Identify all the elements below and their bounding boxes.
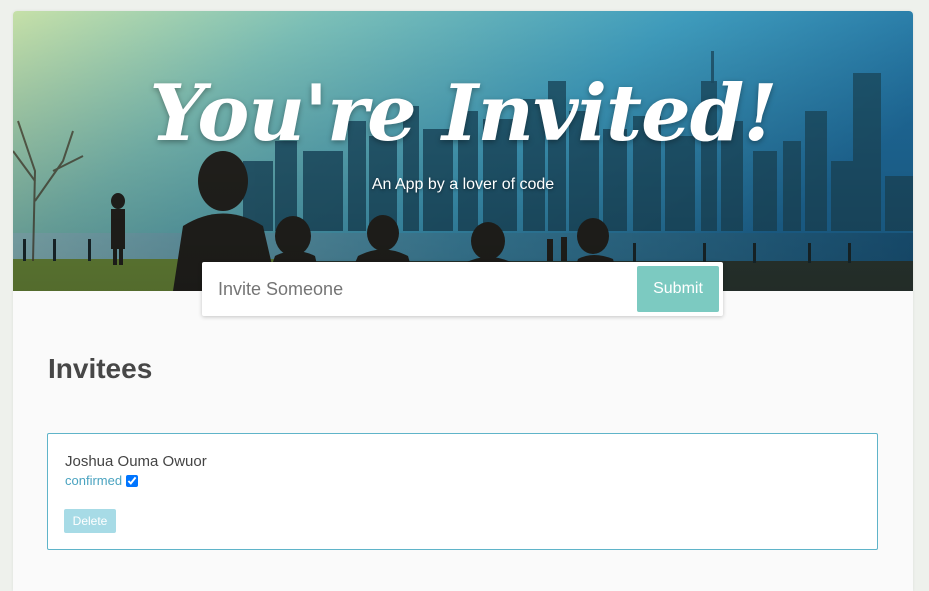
confirm-toggle[interactable]: confirmed [65,473,139,488]
invite-input[interactable] [206,268,650,310]
confirm-label: confirmed [65,473,123,488]
page-subtitle: An App by a lover of code [371,176,555,193]
invitee-name: Joshua Ouma Owuor [65,453,207,470]
invitees-heading: Invitees [48,353,153,384]
hero-banner: You're Invited! An App by a lover of cod… [13,11,913,291]
confirmed-checkbox[interactable] [126,474,139,487]
invite-form: Submit [202,262,723,316]
delete-button[interactable]: Delete [64,509,116,533]
invitee-card: Joshua Ouma Owuor confirmed Delete [47,433,878,550]
page-title: You're Invited! [149,68,778,159]
submit-button[interactable]: Submit [637,266,719,312]
invitee-list: Joshua Ouma Owuor confirmed Delete [47,433,878,550]
app-container: You're Invited! An App by a lover of cod… [13,11,913,591]
